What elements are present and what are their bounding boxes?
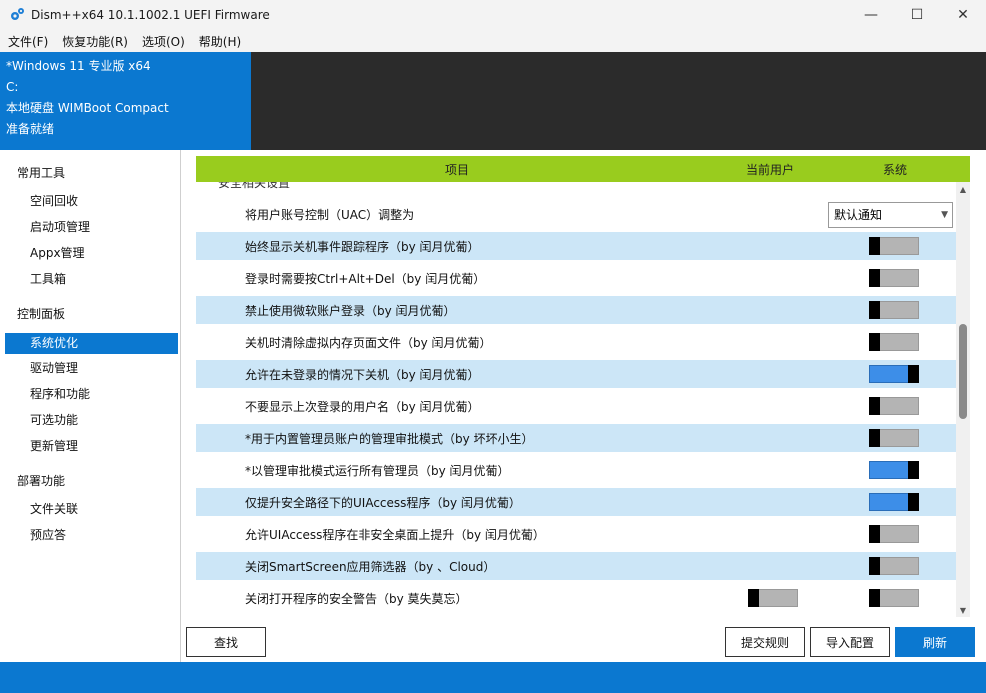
sidebar-item-startup[interactable]: 启动项管理 (5, 217, 178, 238)
image-status: 准备就绪 (6, 122, 55, 136)
table-row[interactable]: *用于内置管理员账户的管理审批模式（by 坏坏小生） (196, 424, 956, 452)
table-row[interactable]: 不要显示上次登录的用户名（by 闰月优葡） (196, 392, 956, 420)
column-header-system: 系统 (883, 162, 908, 177)
image-list-area (251, 52, 986, 150)
system-toggle[interactable] (869, 397, 919, 415)
sidebar-group-common-tools: 常用工具 (17, 166, 66, 180)
find-button[interactable]: 查找 (186, 627, 266, 657)
table-row[interactable]: *以管理审批模式运行所有管理员（by 闰月优葡） (196, 456, 956, 484)
menu-restore[interactable]: 恢复功能(R) (62, 33, 128, 50)
table-row[interactable]: 关机时清除虚拟内存页面文件（by 闰月优葡） (196, 328, 956, 356)
system-toggle[interactable] (869, 525, 919, 543)
status-bar (0, 662, 986, 693)
sidebar-item-programs[interactable]: 程序和功能 (5, 384, 178, 405)
title-bar: Dism++x64 10.1.1002.1 UEFI Firmware — ☐ … (0, 0, 986, 30)
sidebar: 常用工具 空间回收 启动项管理 Appx管理 工具箱 控制面板 系统优化 驱动管… (0, 150, 181, 662)
scroll-up-icon[interactable]: ▲ (956, 182, 970, 196)
table-row[interactable]: 禁止使用微软账户登录（by 闰月优葡） (196, 296, 956, 324)
refresh-button[interactable]: 刷新 (895, 627, 975, 657)
sidebar-item-optional-features[interactable]: 可选功能 (5, 410, 178, 431)
menu-options[interactable]: 选项(O) (142, 33, 185, 50)
row-label: 始终显示关机事件跟踪程序（by 闰月优葡） (245, 239, 480, 254)
table-row[interactable]: 允许在未登录的情况下关机（by 闰月优葡） (196, 360, 956, 388)
system-toggle[interactable] (869, 301, 919, 319)
close-button[interactable]: ✕ (940, 0, 986, 30)
row-label: *用于内置管理员账户的管理审批模式（by 坏坏小生） (245, 431, 534, 446)
window-title: Dism++x64 10.1.1002.1 UEFI Firmware (31, 8, 270, 22)
settings-list: 安全相关设置 将用户账号控制（UAC）调整为 默认通知 ▼ 始终显示关机事件跟踪… (196, 182, 956, 617)
dropdown-value: 默认通知 (834, 208, 883, 222)
table-row[interactable]: 关闭打开程序的安全警告（by 莫失莫忘） (196, 584, 956, 612)
uac-level-dropdown[interactable]: 默认通知 ▼ (828, 202, 953, 228)
row-label: 允许UIAccess程序在非安全桌面上提升（by 闰月优葡） (245, 527, 545, 542)
sidebar-item-system-optimize[interactable]: 系统优化 (5, 333, 178, 354)
table-row[interactable]: 允许UIAccess程序在非安全桌面上提升（by 闰月优葡） (196, 520, 956, 548)
menu-bar: 文件(F) 恢复功能(R) 选项(O) 帮助(H) (0, 30, 986, 52)
submit-rules-button[interactable]: 提交规则 (725, 627, 805, 657)
table-row[interactable]: 登录时需要按Ctrl+Alt+Del（by 闰月优葡） (196, 264, 956, 292)
system-toggle[interactable] (869, 237, 919, 255)
system-toggle[interactable] (869, 557, 919, 575)
column-header-current-user: 当前用户 (746, 162, 795, 177)
sidebar-item-appx[interactable]: Appx管理 (5, 243, 178, 264)
system-toggle[interactable] (869, 461, 919, 479)
row-label: 允许在未登录的情况下关机（by 闰月优葡） (245, 367, 480, 382)
maximize-button[interactable]: ☐ (894, 0, 940, 30)
row-label: 登录时需要按Ctrl+Alt+Del（by 闰月优葡） (245, 271, 486, 286)
system-toggle[interactable] (869, 333, 919, 351)
table-header: 项目 当前用户 系统 (196, 156, 970, 182)
main-content: 项目 当前用户 系统 安全相关设置 将用户账号控制（UAC）调整为 默认通知 ▼… (181, 150, 986, 662)
sidebar-item-unattend[interactable]: 预应答 (5, 525, 178, 546)
system-toggle[interactable] (869, 269, 919, 287)
minimize-button[interactable]: — (848, 0, 894, 30)
table-row[interactable]: 关闭SmartScreen应用筛选器（by 、Cloud） (196, 552, 956, 580)
chevron-down-icon: ▼ (941, 210, 948, 220)
column-header-item: 项目 (445, 162, 470, 177)
section-title: 安全相关设置 (218, 182, 291, 190)
os-name: *Windows 11 专业版 x64 (6, 59, 151, 73)
system-toggle[interactable] (869, 589, 919, 607)
sidebar-item-file-assoc[interactable]: 文件关联 (5, 499, 178, 520)
row-label: 将用户账号控制（UAC）调整为 (245, 207, 415, 222)
sidebar-item-space-cleanup[interactable]: 空间回收 (5, 191, 178, 212)
vertical-scrollbar[interactable]: ▲ ▼ (956, 182, 970, 617)
table-row[interactable]: 将用户账号控制（UAC）调整为 默认通知 ▼ (196, 200, 956, 228)
sidebar-item-toolbox[interactable]: 工具箱 (5, 269, 178, 290)
system-toggle[interactable] (869, 365, 919, 383)
menu-file[interactable]: 文件(F) (8, 33, 48, 50)
row-label: 关闭SmartScreen应用筛选器（by 、Cloud） (245, 559, 496, 574)
sidebar-group-deploy: 部署功能 (17, 474, 66, 488)
section-header: 安全相关设置 (196, 182, 956, 192)
drive-letter: C: (6, 80, 19, 94)
gear-icon (11, 8, 24, 20)
system-toggle[interactable] (869, 493, 919, 511)
menu-help[interactable]: 帮助(H) (199, 33, 241, 50)
scrollbar-thumb[interactable] (959, 324, 967, 419)
row-label: 禁止使用微软账户登录（by 闰月优葡） (245, 303, 456, 318)
sidebar-group-control-panel: 控制面板 (17, 307, 66, 321)
row-label: 不要显示上次登录的用户名（by 闰月优葡） (245, 399, 480, 414)
table-row[interactable]: 始终显示关机事件跟踪程序（by 闰月优葡） (196, 232, 956, 260)
disk-type: 本地硬盘 WIMBoot Compact (6, 101, 169, 115)
sidebar-item-updates[interactable]: 更新管理 (5, 436, 178, 457)
user-toggle[interactable] (748, 589, 798, 607)
table-row[interactable]: 仅提升安全路径下的UIAccess程序（by 闰月优葡） (196, 488, 956, 516)
row-label: 仅提升安全路径下的UIAccess程序（by 闰月优葡） (245, 495, 521, 510)
image-info-panel[interactable]: *Windows 11 专业版 x64 C: 本地硬盘 WIMBoot Comp… (0, 52, 251, 150)
system-toggle[interactable] (869, 429, 919, 447)
row-label: 关闭打开程序的安全警告（by 莫失莫忘） (245, 591, 468, 606)
row-label: *以管理审批模式运行所有管理员（by 闰月优葡） (245, 463, 510, 478)
row-label: 关机时清除虚拟内存页面文件（by 闰月优葡） (245, 335, 492, 350)
import-config-button[interactable]: 导入配置 (810, 627, 890, 657)
scroll-down-icon[interactable]: ▼ (956, 603, 970, 617)
sidebar-item-drivers[interactable]: 驱动管理 (5, 358, 178, 379)
